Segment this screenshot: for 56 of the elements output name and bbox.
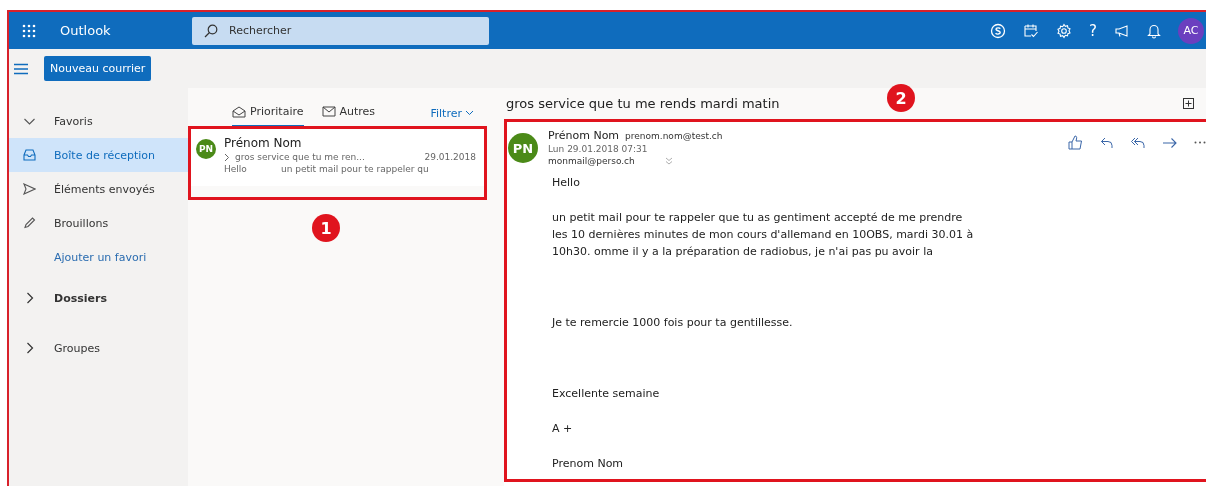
send-icon [23, 183, 36, 195]
section-header[interactable]: Dossiers [9, 274, 188, 322]
caret-icon [465, 110, 474, 116]
menu-icon[interactable] [14, 62, 28, 75]
message-preview: un petit mail pour te rappeler qu [281, 164, 429, 174]
app-launcher-icon[interactable] [22, 23, 36, 38]
new-mail-button[interactable]: Nouveau courrier [44, 56, 152, 81]
bell-icon[interactable] [1147, 22, 1161, 39]
favorites-header[interactable]: Favoris [9, 104, 188, 138]
skype-icon[interactable] [990, 22, 1007, 39]
reply-all-icon[interactable] [1130, 135, 1146, 150]
mail-paragraph: un petit mail pour te rappeler que tu as gentiment accepté de me prendre les 10 dernières minutes de mon cours d'allemand en 10OBS, mardi 30.01 à 10h30. omme il y a la préparation de radiobus, je n'ai pas pu avoir la [552, 210, 975, 260]
sender-email: prenom.nom@test.ch [625, 130, 723, 141]
sender-name: Prénom Nom [224, 136, 303, 150]
mail-paragraph: Hello [552, 175, 581, 191]
envelope-open-icon [232, 105, 246, 118]
forward-icon[interactable] [1162, 136, 1178, 149]
add-favorite-link[interactable]: Ajouter un favori [9, 240, 188, 274]
app-name: Outlook [60, 23, 112, 38]
megaphone-icon[interactable] [1114, 23, 1130, 38]
message-item[interactable]: PN Prénom Nom gros service que tu me ren... 29.01.2018 Hello un petit mail pour te rappeler qu [188, 128, 484, 186]
message-preview: Hello [224, 164, 248, 174]
envelope-icon [321, 106, 336, 117]
more-icon[interactable] [1194, 141, 1206, 144]
sender-avatar: PN [508, 133, 538, 163]
calendar-check-icon[interactable] [1023, 22, 1040, 39]
user-avatar[interactable]: AC [1178, 17, 1204, 44]
mail-paragraph: Je te remercie 1000 fois pour ta gentillesse. [552, 315, 794, 331]
mail-paragraph: Excellente semaine [552, 386, 661, 402]
message-date: 29.01.2018 [424, 152, 476, 162]
mail-paragraph: Prenom Nom [552, 456, 625, 472]
reply-icon[interactable] [1100, 135, 1114, 150]
expand-icon [224, 152, 230, 162]
sender-name: Prénom Nom [548, 129, 620, 142]
settings-icon[interactable] [1056, 22, 1073, 39]
folder-item[interactable]: Boîte de réception [9, 138, 188, 172]
section-label: Dossiers [54, 291, 107, 305]
pencil-icon [23, 217, 36, 229]
inbox-icon [23, 149, 36, 161]
message-subject: gros service que tu me ren... [235, 152, 365, 162]
expand-icon[interactable] [1183, 98, 1194, 109]
message-date: Lun 29.01.2018 07:31 [548, 144, 649, 154]
search-field[interactable]: Rechercher [192, 16, 489, 45]
sender-avatar: PN [196, 139, 216, 159]
mail-paragraph: A + [552, 421, 574, 437]
help-button[interactable]: ? [1089, 21, 1097, 40]
recipient: monmail@perso.ch [548, 156, 635, 166]
inbox-tab[interactable]: Autres [321, 98, 376, 128]
thumbs-up-icon[interactable] [1068, 135, 1084, 150]
folder-item[interactable]: Brouillons [9, 206, 188, 240]
folder-item[interactable]: Éléments envoyés [9, 172, 188, 206]
search-icon [204, 23, 218, 38]
filter-button[interactable]: Filtrer [430, 98, 474, 128]
section-header[interactable]: Groupes [9, 324, 188, 372]
section-label: Groupes [54, 341, 100, 355]
conversation-subject: gros service que tu me rends mardi matin [506, 96, 780, 111]
